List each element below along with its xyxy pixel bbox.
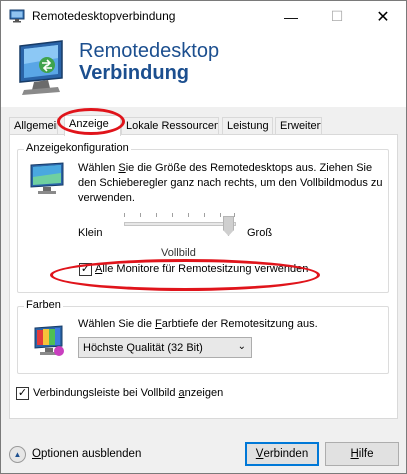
colors-desc-accesskey: F	[155, 318, 162, 330]
display-config-legend: Anzeigekonfiguration	[24, 142, 131, 154]
help-label: ilfe	[358, 448, 374, 460]
maximize-icon: ☐	[330, 8, 344, 24]
all-monitors-label[interactable]: Alle Monitore für Remotesitzung verwende…	[95, 262, 308, 277]
screen-size-slider-track[interactable]	[124, 222, 236, 226]
remote-desktop-monitor-icon	[19, 40, 63, 95]
collapse-options-button[interactable]: ▲	[9, 446, 26, 463]
checkmark-icon: ✓	[80, 263, 91, 275]
colors-desc-post: arbtiefe der Remotesitzung aus.	[161, 318, 318, 330]
connection-bar-checkbox[interactable]: ✓	[16, 387, 29, 400]
options-accesskey: O	[32, 448, 41, 460]
slider-tick	[188, 213, 189, 217]
window-title: Remotedesktopverbindung	[32, 9, 176, 23]
help-button[interactable]: Hilfe	[325, 442, 399, 466]
options-toggle-label[interactable]: Optionen ausblenden	[32, 447, 141, 462]
colors-desc-pre: Wählen Sie die	[78, 318, 156, 330]
colors-description: Wählen Sie die Farbtiefe der Remotesitzu…	[78, 317, 318, 332]
chevron-down-icon: ⌄	[237, 341, 246, 352]
slider-tick	[156, 213, 157, 217]
connection-bar-label-post: nzeigen	[184, 387, 224, 399]
minimize-icon: —	[284, 8, 298, 25]
connect-accesskey: V	[255, 448, 264, 460]
display-config-group: Anzeigekonfiguration Wählen Sie die Größ…	[17, 142, 389, 293]
slider-tick	[124, 213, 125, 217]
tab-leistung[interactable]: Leistung	[222, 117, 273, 135]
connection-bar-label[interactable]: Verbindungsleiste bei Vollbild anzeigen	[33, 386, 223, 401]
display-monitor-icon	[30, 162, 64, 194]
banner-title-line1: Remotedesktop	[79, 40, 220, 62]
colors-group: Farben Wählen Sie die Farbtiefe der Remo…	[17, 299, 389, 374]
tab-allgemein[interactable]: Allgemein	[9, 117, 58, 135]
maximize-button[interactable]: ☐	[314, 1, 360, 32]
banner: Remotedesktop Verbindung	[1, 32, 406, 107]
close-button[interactable]: ✕	[360, 1, 406, 32]
slider-value-label: Vollbild	[161, 247, 196, 259]
banner-title-line2: Verbindung	[79, 62, 189, 84]
rdp-window: Remotedesktopverbindung — ☐ ✕ Remotedesk…	[0, 0, 407, 474]
display-tab-panel: Anzeigekonfiguration Wählen Sie die Größ…	[9, 134, 398, 419]
app-icon	[9, 9, 25, 23]
connection-bar-label-pre: Verbindungsleiste bei Vollbild	[33, 387, 179, 399]
display-config-description: Wählen Sie die Größe des Remotedesktops …	[78, 161, 386, 206]
screen-size-slider-thumb[interactable]	[223, 216, 234, 236]
all-monitors-checkbox[interactable]: ✓	[79, 263, 92, 276]
all-monitors-label-text: lle Monitore für Remotesitzung verwenden	[102, 263, 309, 275]
tab-anzeige[interactable]: Anzeige	[64, 115, 121, 136]
slider-tick	[172, 213, 173, 217]
title-bar: Remotedesktopverbindung — ☐ ✕	[1, 1, 406, 32]
slider-min-label: Klein	[78, 227, 103, 239]
tab-lokale-ressourcen[interactable]: Lokale Ressourcen	[121, 117, 219, 135]
display-config-desc-pre: Wählen	[78, 162, 119, 174]
slider-tick	[220, 213, 221, 217]
slider-tick	[204, 213, 205, 217]
tab-erweitert[interactable]: Erweitert	[275, 117, 322, 135]
checkmark-icon: ✓	[17, 387, 28, 399]
connect-label: erbinden	[263, 448, 309, 460]
slider-tick	[140, 213, 141, 217]
display-config-desc-accesskey: S	[118, 162, 126, 174]
color-depth-icon	[34, 325, 64, 356]
help-accesskey: H	[350, 448, 359, 460]
close-icon: ✕	[376, 8, 390, 26]
connect-button[interactable]: Verbinden	[245, 442, 319, 466]
minimize-button[interactable]: —	[268, 1, 314, 32]
slider-max-label: Groß	[247, 227, 273, 239]
color-depth-select[interactable]: Höchste Qualität (32 Bit) ⌄	[78, 337, 252, 358]
color-depth-value: Höchste Qualität (32 Bit)	[83, 341, 203, 354]
slider-tick	[234, 213, 235, 217]
options-label-text: ptionen ausblenden	[40, 448, 142, 460]
colors-legend: Farben	[24, 299, 63, 311]
chevron-up-icon: ▲	[13, 450, 22, 459]
